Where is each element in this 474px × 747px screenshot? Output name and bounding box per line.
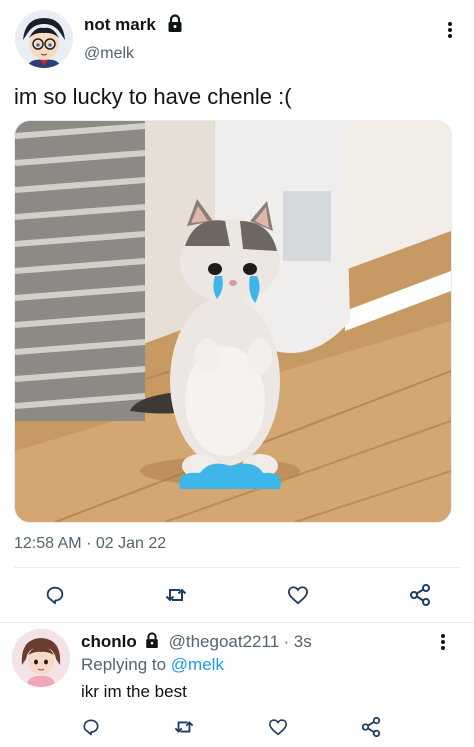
- timestamp-separator: ·: [86, 535, 92, 552]
- share-icon[interactable]: [407, 582, 433, 608]
- reply-icon[interactable]: [42, 582, 68, 608]
- tweet-date: 02 Jan 22: [95, 535, 167, 552]
- like-icon[interactable]: [266, 715, 290, 739]
- reply-display-name[interactable]: chonlo: [81, 632, 137, 651]
- anime-boy-avatar-image: [15, 10, 73, 68]
- reply-time-ago[interactable]: 3s: [294, 632, 312, 651]
- reply-avatar[interactable]: [12, 629, 70, 687]
- replying-to-line: Replying to @melk: [81, 655, 224, 675]
- like-icon[interactable]: [285, 582, 311, 608]
- more-vertical-icon[interactable]: [440, 18, 460, 42]
- reply-header: chonlo @thegoat2211 · 3s: [81, 632, 312, 654]
- main-display-name[interactable]: not mark: [84, 15, 156, 35]
- reply-separator: ·: [283, 632, 290, 651]
- divider-bottom: [0, 622, 474, 623]
- retweet-icon[interactable]: [163, 582, 189, 608]
- replying-to-label: Replying to: [81, 655, 167, 674]
- lock-icon: [166, 14, 184, 33]
- share-icon[interactable]: [359, 715, 383, 739]
- tweet-timestamp[interactable]: 12:58 AM · 02 Jan 22: [14, 535, 166, 553]
- reply-tweet-text: ikr im the best: [81, 682, 187, 701]
- crying-cat-photo: [15, 121, 451, 522]
- replying-to-handle[interactable]: @melk: [171, 655, 224, 674]
- lock-icon: [144, 632, 160, 654]
- more-vertical-icon[interactable]: [433, 630, 453, 654]
- main-tweet-text: im so lucky to have chenle :(: [14, 84, 292, 109]
- tweet-media-image[interactable]: [14, 120, 452, 523]
- main-handle[interactable]: @melk: [84, 45, 134, 63]
- reply-icon[interactable]: [79, 715, 103, 739]
- cartoon-girl-avatar-image: [12, 629, 70, 687]
- reply-handle[interactable]: @thegoat2211: [169, 632, 280, 651]
- retweet-icon[interactable]: [172, 715, 196, 739]
- divider-top: [14, 567, 460, 568]
- tweet-time: 12:58 AM: [14, 535, 82, 552]
- main-avatar[interactable]: [15, 10, 73, 68]
